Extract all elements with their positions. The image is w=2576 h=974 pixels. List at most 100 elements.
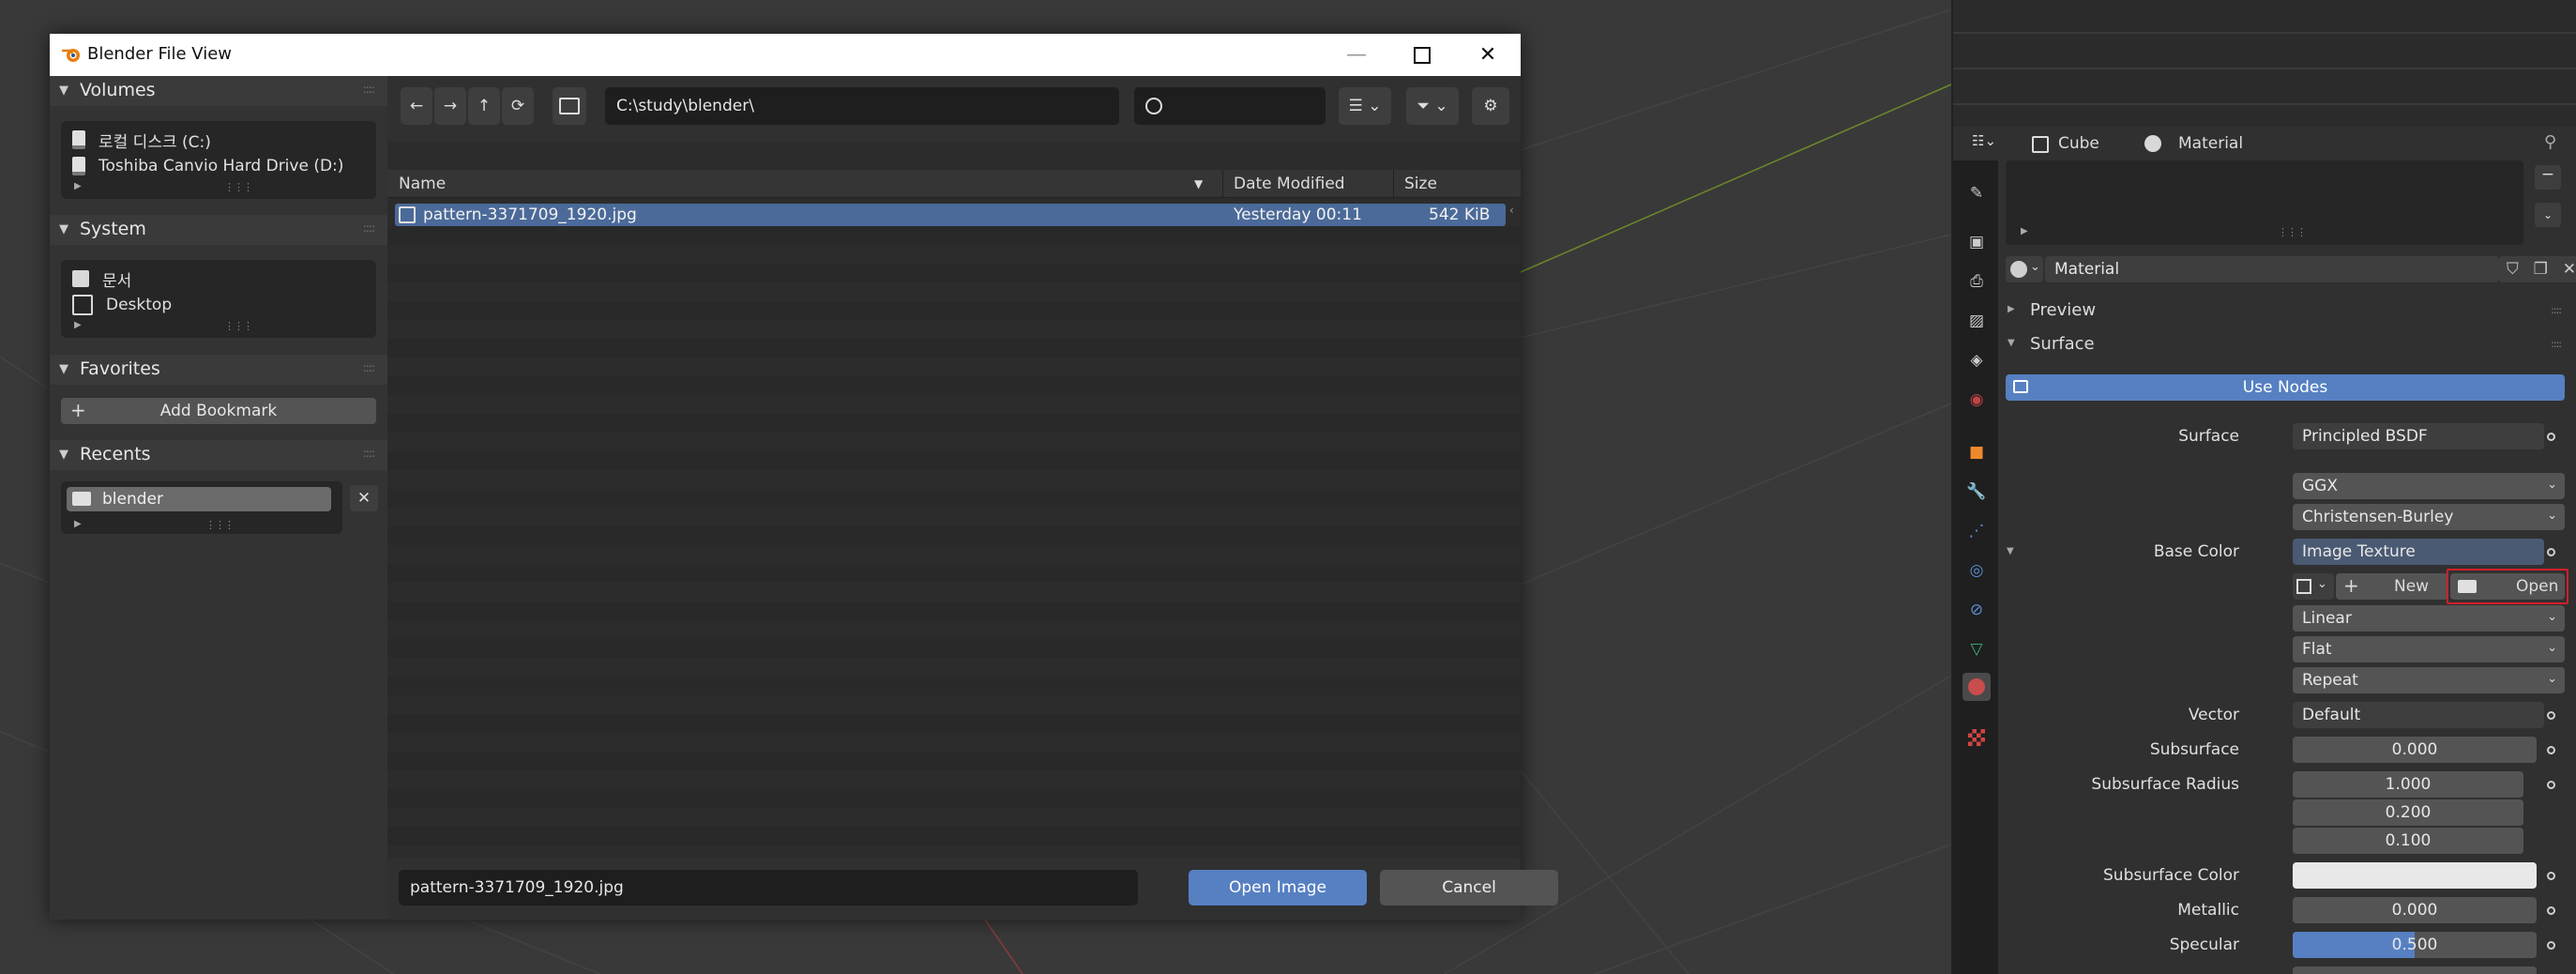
list-expand-icon[interactable]: ▶ bbox=[74, 320, 82, 330]
tab-material[interactable] bbox=[1962, 673, 1991, 701]
socket-dot-icon[interactable] bbox=[2547, 711, 2555, 720]
filter-dropdown[interactable]: ⏷ ⌄ bbox=[1406, 87, 1459, 125]
settings-button[interactable]: ⚙ bbox=[1472, 87, 1509, 125]
system-item-desktop[interactable]: Desktop bbox=[72, 294, 172, 316]
resize-grip-icon[interactable]: ⋮⋮⋮ bbox=[224, 320, 253, 332]
socket-dot-icon[interactable] bbox=[2547, 941, 2555, 950]
tab-constraints[interactable]: ⊘ bbox=[1962, 596, 1991, 624]
material-slot-list[interactable]: ▶ ⋮⋮⋮ bbox=[2006, 160, 2523, 245]
subsurface-radius-y[interactable]: 0.200 bbox=[2293, 799, 2523, 826]
system-header[interactable]: ▼ System :::: bbox=[50, 215, 387, 245]
filter-search-field[interactable] bbox=[1134, 87, 1326, 125]
slot-specials-dropdown[interactable]: ⌄ bbox=[2535, 203, 2561, 227]
specular-slider[interactable]: 0.500 bbox=[2293, 932, 2537, 958]
dialog-titlebar[interactable]: Blender File View — ✕ bbox=[50, 34, 1521, 76]
new-folder-button[interactable] bbox=[553, 87, 586, 125]
drag-grip-icon[interactable]: :::: bbox=[363, 361, 375, 374]
favorites-header[interactable]: ▼ Favorites :::: bbox=[50, 355, 387, 385]
base-color-input-field[interactable]: Image Texture bbox=[2293, 539, 2544, 565]
directory-path-field[interactable]: C:\study\blender\ bbox=[605, 87, 1119, 125]
maximize-button[interactable] bbox=[1389, 34, 1455, 76]
close-window-button[interactable]: ✕ bbox=[1455, 34, 1521, 76]
socket-dot-icon[interactable] bbox=[2547, 548, 2555, 556]
drag-grip-icon[interactable]: :::: bbox=[363, 83, 375, 96]
tab-modifiers[interactable]: 🔧 bbox=[1962, 478, 1991, 506]
subsurface-slider[interactable]: 0.000 bbox=[2293, 737, 2537, 763]
list-expand-icon[interactable]: ▶ bbox=[74, 519, 82, 529]
recent-item-blender[interactable]: blender bbox=[67, 487, 331, 511]
tab-physics[interactable]: ◎ bbox=[1962, 556, 1991, 585]
pin-icon[interactable]: ⚲ bbox=[2544, 132, 2556, 152]
tab-render[interactable]: ▣ bbox=[1962, 228, 1991, 256]
surface-panel-header[interactable]: ▼ Surface :::: bbox=[2006, 332, 2568, 358]
tab-object[interactable]: ■ bbox=[1962, 438, 1991, 466]
parent-directory-button[interactable]: ↑ bbox=[468, 87, 500, 125]
duplicate-icon[interactable]: ❐ bbox=[2534, 260, 2548, 279]
resize-grip-icon[interactable]: ⋮⋮⋮ bbox=[205, 519, 235, 531]
fake-user-shield-icon[interactable]: ⛉ bbox=[2507, 260, 2519, 279]
display-mode-dropdown[interactable]: ☰ ⌄ bbox=[1339, 87, 1391, 125]
clear-recents-button[interactable]: ✕ bbox=[350, 485, 378, 511]
projection-dropdown[interactable]: Flat ⌄ bbox=[2293, 636, 2565, 662]
volumes-header[interactable]: ▼ Volumes :::: bbox=[50, 76, 387, 106]
tab-texture[interactable] bbox=[1962, 723, 1991, 752]
add-bookmark-button[interactable]: + Add Bookmark bbox=[61, 398, 376, 424]
file-row[interactable]: pattern-3371709_1920.jpg Yesterday 00:11… bbox=[395, 204, 1506, 226]
drag-grip-icon[interactable]: :::: bbox=[363, 447, 375, 460]
tab-particles[interactable]: ⋰ bbox=[1962, 517, 1991, 545]
cancel-button[interactable]: Cancel bbox=[1380, 870, 1558, 906]
tab-data[interactable]: ▽ bbox=[1962, 635, 1991, 663]
remove-slot-button[interactable]: − bbox=[2535, 165, 2561, 190]
drag-grip-icon[interactable]: :::: bbox=[2551, 338, 2562, 350]
socket-dot-icon[interactable] bbox=[2547, 746, 2555, 754]
browse-image-dropdown[interactable]: ⌄ bbox=[2293, 573, 2334, 600]
tab-tool[interactable]: ✎ bbox=[1962, 179, 1991, 207]
column-header-name[interactable]: Name bbox=[399, 175, 446, 193]
sort-desc-icon[interactable]: ▼ bbox=[1194, 177, 1203, 190]
collapse-sidebar-arrow-icon[interactable]: ‹ bbox=[1509, 204, 1514, 217]
subsurface-radius-x[interactable]: 1.000 bbox=[2293, 771, 2523, 798]
socket-dot-icon[interactable] bbox=[2547, 906, 2555, 915]
tab-view-layer[interactable]: ▨ bbox=[1962, 307, 1991, 335]
expanded-triangle-icon[interactable]: ▼ bbox=[2007, 546, 2014, 556]
tab-output[interactable]: ⎙ bbox=[1962, 267, 1991, 296]
subsurface-radius-z[interactable]: 0.100 bbox=[2293, 828, 2523, 854]
subsurface-color-swatch[interactable] bbox=[2293, 862, 2537, 889]
browse-material-dropdown[interactable]: ⌄ bbox=[2006, 256, 2043, 282]
back-button[interactable]: ← bbox=[401, 87, 432, 125]
refresh-button[interactable]: ⟳ bbox=[502, 87, 534, 125]
minimize-button[interactable]: — bbox=[1324, 34, 1389, 76]
volume-item-d[interactable]: Toshiba Canvio Hard Drive (D:) bbox=[72, 155, 343, 177]
use-nodes-button[interactable]: Use Nodes bbox=[2006, 374, 2565, 401]
material-name-field[interactable]: Material bbox=[2045, 256, 2499, 282]
column-header-size[interactable]: Size bbox=[1404, 175, 1437, 193]
socket-dot-icon[interactable] bbox=[2547, 781, 2555, 789]
tab-world[interactable]: ◉ bbox=[1962, 386, 1991, 414]
socket-dot-icon[interactable] bbox=[2547, 433, 2555, 441]
next-slider-partial[interactable] bbox=[2293, 966, 2537, 974]
surface-shader-field[interactable]: Principled BSDF bbox=[2293, 423, 2544, 449]
metallic-slider[interactable]: 0.000 bbox=[2293, 897, 2537, 923]
filename-field[interactable]: pattern-3371709_1920.jpg bbox=[399, 870, 1138, 906]
drag-grip-icon[interactable]: :::: bbox=[363, 221, 375, 235]
system-item-documents[interactable]: 문서 bbox=[72, 267, 131, 291]
forward-button[interactable]: → bbox=[434, 87, 466, 125]
socket-dot-icon[interactable] bbox=[2547, 872, 2555, 880]
list-expand-icon[interactable]: ▶ bbox=[74, 181, 82, 191]
extension-dropdown[interactable]: Repeat ⌄ bbox=[2293, 667, 2565, 693]
new-image-button[interactable]: + New bbox=[2336, 573, 2448, 600]
distribution-dropdown[interactable]: GGX ⌄ bbox=[2293, 473, 2565, 499]
list-expand-icon[interactable]: ▶ bbox=[2021, 226, 2028, 236]
subsurface-method-dropdown[interactable]: Christensen-Burley ⌄ bbox=[2293, 504, 2565, 530]
column-header-date[interactable]: Date Modified bbox=[1234, 175, 1345, 193]
tab-scene[interactable]: ◈ bbox=[1962, 346, 1991, 374]
unlink-x-icon[interactable]: ✕ bbox=[2563, 260, 2576, 279]
breadcrumb-object[interactable]: Cube bbox=[2058, 134, 2099, 153]
preview-panel-header[interactable]: ▶ Preview :::: bbox=[2006, 298, 2568, 325]
resize-grip-icon[interactable]: ⋮⋮⋮ bbox=[2278, 226, 2307, 238]
vector-input-field[interactable]: Default bbox=[2293, 702, 2544, 728]
breadcrumb-material[interactable]: Material bbox=[2178, 134, 2243, 153]
recents-header[interactable]: ▼ Recents :::: bbox=[50, 440, 387, 470]
volume-item-c[interactable]: 로컬 디스크 (C:) bbox=[72, 129, 211, 152]
editor-type-dropdown[interactable]: ☷⌄ bbox=[1972, 131, 2011, 158]
